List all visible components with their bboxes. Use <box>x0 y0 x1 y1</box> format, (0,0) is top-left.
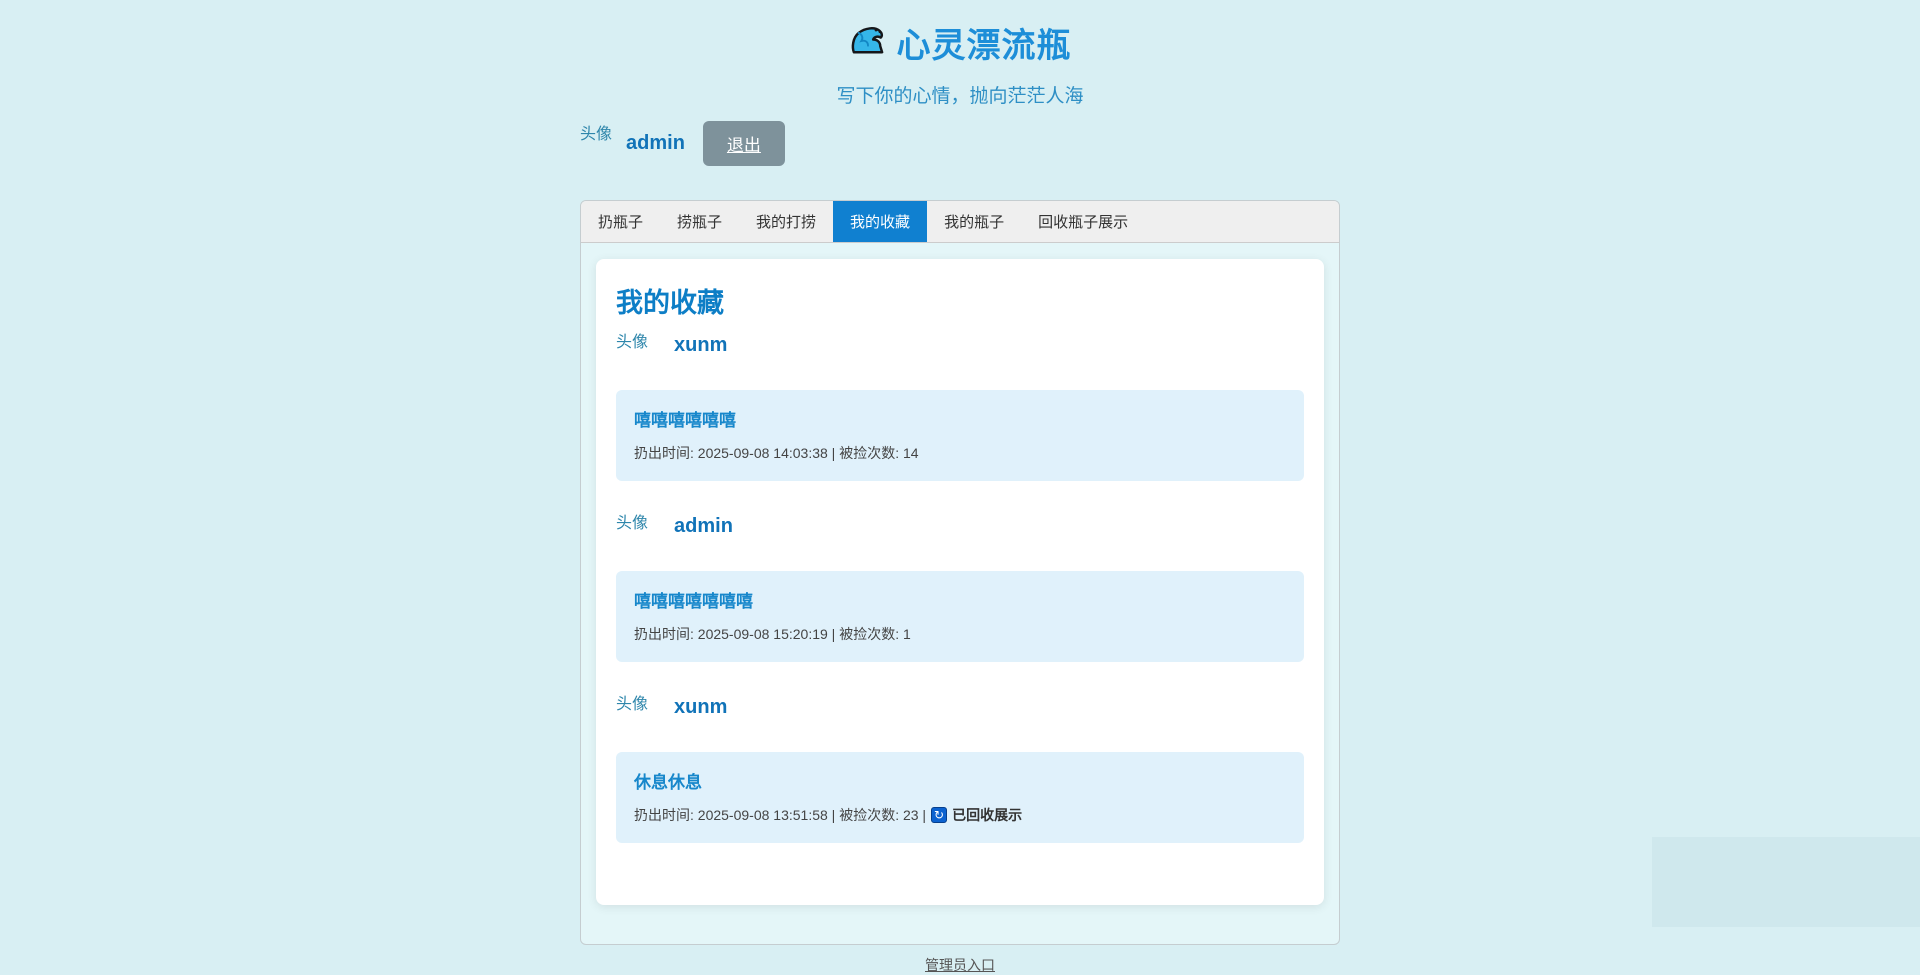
entry-user-row: 头像 xunm <box>616 688 1304 732</box>
bottle-meta: 扔出时间: 2025-09-08 14:03:38 | 被捡次数: 14 <box>634 443 1286 463</box>
recycle-icon: ↻ <box>931 807 947 823</box>
bottle-meta: 扔出时间: 2025-09-08 15:20:19 | 被捡次数: 1 <box>634 624 1286 644</box>
user-avatar: 头像 <box>580 120 612 144</box>
user-bar: 头像 admin 退出 <box>580 118 1340 168</box>
tab-fish-bottle[interactable]: 捞瓶子 <box>660 201 739 242</box>
entry-username: xunm <box>674 334 727 357</box>
bottle-meta-text: 扔出时间: 2025-09-08 15:20:19 | 被捡次数: 1 <box>634 624 911 644</box>
tab-bar: 扔瓶子 捞瓶子 我的打捞 我的收藏 我的瓶子 回收瓶子展示 <box>581 201 1339 243</box>
page-header: 心灵漂流瓶 写下你的心情，抛向茫茫人海 <box>0 0 1920 108</box>
page-title: 我的收藏 <box>616 281 1304 320</box>
wave-icon <box>849 24 887 61</box>
favorites-content-card: 我的收藏 头像 xunm 嘻嘻嘻嘻嘻嘻 扔出时间: 2025-09-08 14:… <box>596 259 1324 905</box>
app-subtitle: 写下你的心情，抛向茫茫人海 <box>0 81 1920 108</box>
entry-username: xunm <box>674 696 727 719</box>
entry-user-row: 头像 xunm <box>616 326 1304 370</box>
entry-username: admin <box>674 515 733 538</box>
page-footer: 管理员入口 <box>580 955 1340 975</box>
bottle-card: 嘻嘻嘻嘻嘻嘻嘻 扔出时间: 2025-09-08 15:20:19 | 被捡次数… <box>616 571 1304 662</box>
recycled-badge-label: 已回收展示 <box>952 805 1022 825</box>
bottle-title: 嘻嘻嘻嘻嘻嘻 <box>634 406 1286 431</box>
current-username: admin <box>626 132 685 155</box>
admin-entrance-link[interactable]: 管理员入口 <box>925 957 995 973</box>
tab-recycled-display[interactable]: 回收瓶子展示 <box>1021 201 1145 242</box>
tab-my-bottles[interactable]: 我的瓶子 <box>927 201 1021 242</box>
tab-my-catches[interactable]: 我的打捞 <box>739 201 833 242</box>
tab-my-favorites[interactable]: 我的收藏 <box>833 201 927 242</box>
app-title: 心灵漂流瓶 <box>897 18 1072 67</box>
entry-user-row: 头像 admin <box>616 507 1304 551</box>
user-avatar: 头像 <box>616 328 648 352</box>
user-avatar: 头像 <box>616 690 648 714</box>
bottle-meta: 扔出时间: 2025-09-08 13:51:58 | 被捡次数: 23 | ↻… <box>634 805 1286 825</box>
logout-link[interactable]: 退出 <box>727 136 761 155</box>
main-panel: 扔瓶子 捞瓶子 我的打捞 我的收藏 我的瓶子 回收瓶子展示 我的收藏 头像 xu… <box>580 200 1340 945</box>
main-container: 头像 admin 退出 扔瓶子 捞瓶子 我的打捞 我的收藏 我的瓶子 回收瓶子展… <box>580 118 1340 975</box>
logout-button[interactable]: 退出 <box>703 121 785 166</box>
bottle-title: 嘻嘻嘻嘻嘻嘻嘻 <box>634 587 1286 612</box>
corner-overlay-artifact <box>1652 837 1920 927</box>
user-avatar: 头像 <box>616 509 648 533</box>
bottle-meta-text: 扔出时间: 2025-09-08 14:03:38 | 被捡次数: 14 <box>634 443 919 463</box>
bottle-meta-text: 扔出时间: 2025-09-08 13:51:58 | 被捡次数: 23 | <box>634 805 926 825</box>
bottle-card: 休息休息 扔出时间: 2025-09-08 13:51:58 | 被捡次数: 2… <box>616 752 1304 843</box>
bottle-title: 休息休息 <box>634 768 1286 793</box>
tab-throw-bottle[interactable]: 扔瓶子 <box>581 201 660 242</box>
bottle-card: 嘻嘻嘻嘻嘻嘻 扔出时间: 2025-09-08 14:03:38 | 被捡次数:… <box>616 390 1304 481</box>
